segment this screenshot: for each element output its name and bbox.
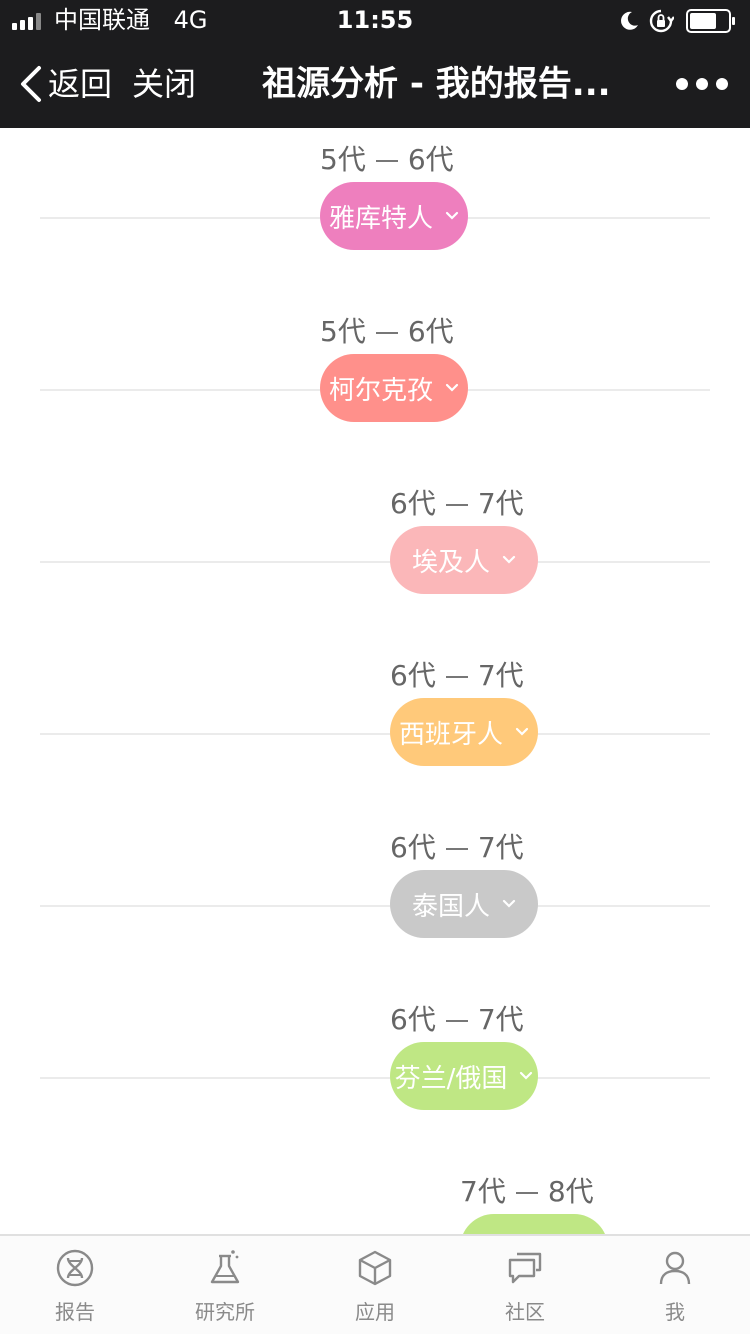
- tab-label: 我: [665, 1300, 685, 1324]
- tab-me[interactable]: 我: [600, 1236, 750, 1334]
- dash: [375, 160, 398, 162]
- population-label: 埃及人: [411, 547, 490, 578]
- generation-range: 5代 6代: [320, 142, 540, 178]
- tab-lab[interactable]: 研究所: [150, 1236, 300, 1334]
- back-button[interactable]: 返回: [18, 62, 112, 106]
- timeline-row: 6代 7代 埃及人: [0, 472, 750, 644]
- population-pill[interactable]: 芬兰/俄国: [390, 1042, 538, 1110]
- tab-community[interactable]: 社区: [450, 1236, 600, 1334]
- flask-icon: [210, 1250, 240, 1284]
- timeline-row: 7代 8代: [0, 1160, 750, 1234]
- timeline-line: [40, 733, 710, 735]
- generation-from: 6代: [390, 1003, 436, 1036]
- page-title: 祖源分析 - 我的报告...: [262, 64, 611, 104]
- more-dot-icon: [716, 78, 728, 90]
- generation-to: 7代: [477, 831, 524, 864]
- population-label: 泰国人: [411, 891, 490, 922]
- population-label: 芬兰/俄国: [394, 1063, 508, 1094]
- generation-range: 6代 7代: [390, 1002, 610, 1038]
- more-dot-icon: [696, 78, 708, 90]
- dna-icon: [56, 1249, 94, 1287]
- population-pill[interactable]: 埃及人: [390, 526, 538, 594]
- generation-from: 6代: [390, 831, 436, 864]
- generation-to: 6代: [407, 315, 454, 348]
- tab-label: 报告: [55, 1300, 95, 1324]
- back-label: 返回: [48, 65, 113, 103]
- chevron-down-icon: [502, 899, 516, 908]
- status-bar: 中国联通 4G 11:55: [0, 0, 750, 40]
- generation-range: 6代 7代: [390, 830, 610, 866]
- tab-label: 应用: [355, 1300, 395, 1324]
- timeline-line: [40, 1077, 710, 1079]
- population-pill[interactable]: 西班牙人: [390, 698, 538, 766]
- timeline-row: 6代 7代 西班牙人: [0, 644, 750, 816]
- generation-range: 7代 8代: [460, 1174, 680, 1210]
- generation-range: 6代 7代: [390, 486, 610, 522]
- dash: [515, 1192, 538, 1194]
- tab-bar: 报告 研究所 应用 社区 我: [0, 1234, 750, 1334]
- timeline-row: 5代 6代 柯尔克孜: [0, 300, 750, 472]
- more-button[interactable]: [676, 62, 728, 106]
- generation-from: 6代: [390, 659, 436, 692]
- generation-from: 6代: [390, 487, 436, 520]
- population-label: 柯尔克孜: [328, 375, 433, 406]
- more-dot-icon: [676, 78, 688, 90]
- tab-label: 研究所: [195, 1300, 255, 1324]
- timeline-row: 6代 7代 泰国人: [0, 816, 750, 988]
- population-label: 雅库特人: [328, 203, 433, 234]
- moon-icon: [621, 11, 638, 30]
- population-pill[interactable]: 泰国人: [390, 870, 538, 938]
- nav-bar: 返回 关闭 祖源分析 - 我的报告...: [0, 40, 750, 128]
- chevron-down-icon: [445, 211, 459, 220]
- generation-to: 6代: [407, 143, 454, 176]
- generation-to: 8代: [547, 1175, 594, 1208]
- dash: [445, 676, 468, 678]
- population-label: 西班牙人: [398, 719, 503, 750]
- population-pill[interactable]: 柯尔克孜: [320, 354, 468, 422]
- generation-range: 5代 6代: [320, 314, 540, 350]
- generation-from: 7代: [460, 1175, 506, 1208]
- dash: [375, 332, 398, 334]
- generation-to: 7代: [477, 1003, 524, 1036]
- generation-from: 5代: [320, 315, 366, 348]
- battery-icon: [686, 9, 735, 33]
- ancestry-timeline[interactable]: 5代 6代 雅库特人 5代 6代 柯尔克孜 6代 7代 埃及人 6代 7代 西班…: [0, 128, 750, 1234]
- cube-icon: [358, 1250, 392, 1286]
- generation-to: 7代: [477, 659, 524, 692]
- chevron-down-icon: [515, 727, 529, 736]
- timeline-row: 6代 7代 芬兰/俄国: [0, 988, 750, 1160]
- population-pill[interactable]: 雅库特人: [320, 182, 468, 250]
- tab-label: 社区: [505, 1300, 545, 1324]
- chevron-down-icon: [502, 555, 516, 564]
- generation-range: 6代 7代: [390, 658, 610, 694]
- rotation-lock-icon: [649, 9, 674, 33]
- timeline-line: [40, 905, 710, 907]
- generation-from: 5代: [320, 143, 366, 176]
- chevron-down-icon: [520, 1071, 533, 1080]
- chat-icon: [508, 1252, 542, 1284]
- tab-apps[interactable]: 应用: [300, 1236, 450, 1334]
- dash: [445, 504, 468, 506]
- tab-report[interactable]: 报告: [0, 1236, 150, 1334]
- timeline-line: [40, 561, 710, 563]
- population-pill[interactable]: [460, 1214, 608, 1234]
- dash: [445, 848, 468, 850]
- generation-to: 7代: [477, 487, 524, 520]
- timeline-row: 5代 6代 雅库特人: [0, 128, 750, 300]
- person-icon: [659, 1251, 691, 1285]
- close-button[interactable]: 关闭: [132, 62, 196, 106]
- chevron-down-icon: [445, 383, 459, 392]
- dash: [445, 1020, 468, 1022]
- chevron-left-icon: [21, 66, 41, 102]
